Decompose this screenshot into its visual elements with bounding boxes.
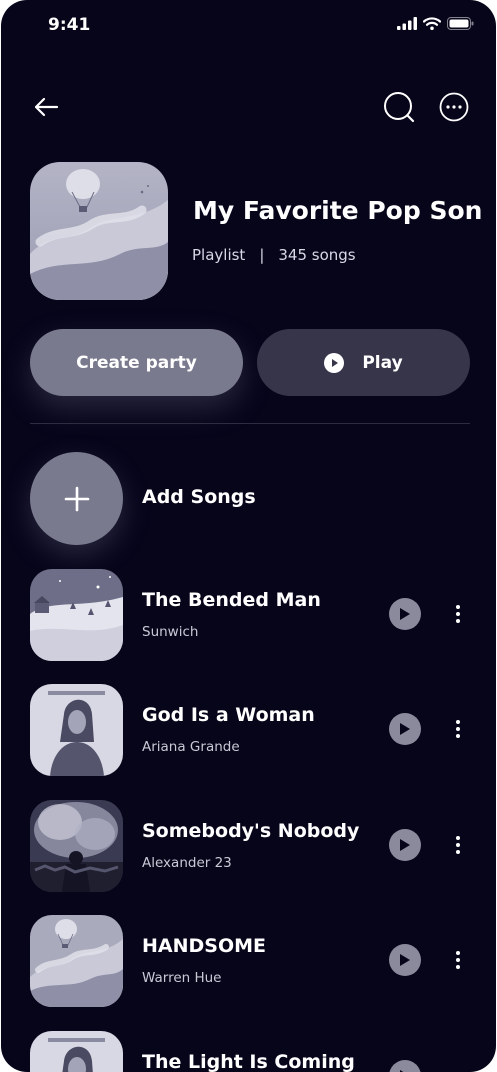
play-icon [399,607,411,621]
more-options-button[interactable] [438,91,470,123]
meta-separator: | [259,246,265,264]
song-more-button[interactable] [447,945,469,975]
song-row[interactable]: Somebody's Nobody Alexander 23 [1,800,496,892]
song-artist: Alexander 23 [142,855,232,871]
song-artist: Ariana Grande [142,739,240,755]
dot [456,605,460,609]
playlist-title: My Favorite Pop Son.. [193,196,483,225]
dot [456,843,460,847]
dot [456,836,460,840]
song-title: HANDSOME [142,935,267,957]
phone-screen: 9:41 My Favorite Pop Son.. Playlist | 34… [1,0,496,1072]
song-play-button[interactable] [389,1060,421,1072]
song-artwork [30,684,123,776]
play-label: Play [362,352,403,373]
dot [456,850,460,854]
play-icon [399,722,411,736]
signal-icon [397,17,417,30]
more-horizontal-icon [438,91,470,123]
search-button[interactable] [381,89,417,125]
song-more-button[interactable] [447,599,469,629]
dot [456,951,460,955]
play-circle-icon [324,352,345,373]
song-artwork [30,915,123,1007]
dot [456,958,460,962]
song-title: The Bended Man [142,589,321,611]
dot [456,720,460,724]
create-party-button[interactable]: Create party [30,329,243,396]
create-party-label: Create party [76,352,197,373]
dot [456,965,460,969]
playlist-meta: Playlist | 345 songs [192,246,356,264]
song-more-button[interactable] [447,714,469,744]
song-artwork [30,800,123,892]
playlist-cover [30,162,168,300]
song-artist: Sunwich [142,624,199,640]
song-artwork [30,569,123,661]
song-row[interactable]: The Bended Man Sunwich [1,569,496,661]
play-icon [399,953,411,967]
song-more-button[interactable] [447,830,469,860]
song-title: God Is a Woman [142,704,315,726]
plus-icon [64,486,90,512]
song-row[interactable]: The Light Is Coming [1,1031,496,1072]
song-title: Somebody's Nobody [142,820,360,842]
play-button[interactable]: Play [257,329,470,396]
song-title: The Light Is Coming [142,1051,355,1072]
song-artwork [30,1031,123,1072]
song-play-button[interactable] [389,598,421,630]
song-row[interactable]: God Is a Woman Ariana Grande [1,684,496,776]
song-play-button[interactable] [389,713,421,745]
divider [30,423,470,424]
song-play-button[interactable] [389,829,421,861]
add-songs-button[interactable] [30,452,123,545]
dot [456,612,460,616]
add-songs-label[interactable]: Add Songs [142,486,256,508]
dot [456,734,460,738]
search-icon [381,89,417,125]
wifi-icon [423,17,441,30]
playlist-type: Playlist [192,246,246,264]
back-button[interactable] [29,90,63,124]
dot [456,619,460,623]
status-icons [397,17,474,30]
song-artist: Warren Hue [142,970,222,986]
song-play-button[interactable] [389,944,421,976]
playlist-song-count: 345 songs [278,246,356,264]
dot [456,727,460,731]
status-time: 9:41 [48,15,91,35]
song-row[interactable]: HANDSOME Warren Hue [1,915,496,1007]
arrow-left-icon [33,97,59,117]
play-icon [399,838,411,852]
battery-icon [447,17,474,30]
